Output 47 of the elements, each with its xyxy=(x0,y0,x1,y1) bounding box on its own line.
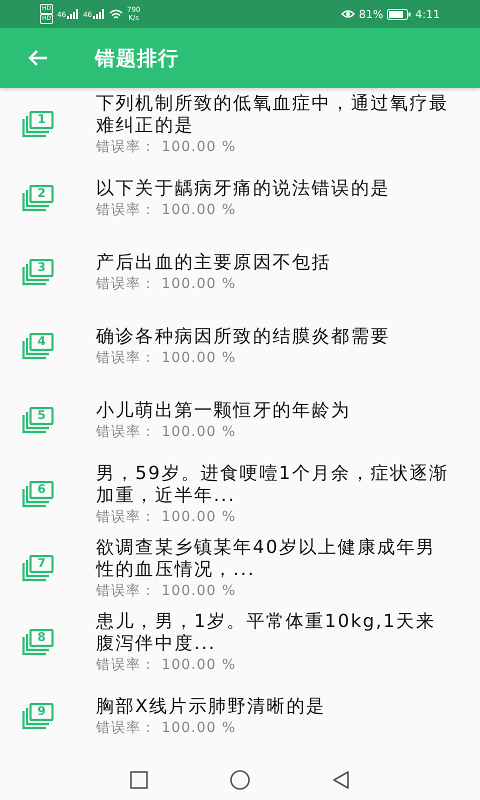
question-text: 确诊各种病因所致的结膜炎都需要 xyxy=(96,326,391,348)
back-triangle-icon[interactable] xyxy=(331,770,351,790)
clock: 4:11 xyxy=(415,8,440,20)
battery-icon xyxy=(387,8,412,20)
question-text: 欲调查某乡镇某年40岁以上健康成年男性的血压情况，... xyxy=(96,537,437,581)
question-item[interactable]: 1 下列机制所致的低氧血症中，通过氧疗最难纠正的是 错误率： 100.00 % xyxy=(0,88,480,162)
page-title: 错题排行 xyxy=(95,44,179,72)
question-item[interactable]: 9 胸部X线片示肺野清晰的是 错误率： 100.00 % xyxy=(0,680,480,754)
rank-number: 6 xyxy=(36,481,47,497)
question-item[interactable]: 3 产后出血的主要原因不包括 错误率： 100.00 % xyxy=(0,236,480,310)
rank-number: 3 xyxy=(36,259,47,275)
rank-number: 4 xyxy=(36,333,47,349)
rank-number: 8 xyxy=(36,629,47,645)
error-rate: 错误率： 100.00 % xyxy=(96,719,238,738)
error-rate: 错误率： 100.00 % xyxy=(96,656,238,675)
error-rate: 错误率： 100.00 % xyxy=(96,201,238,220)
question-item[interactable]: 6 男，59岁。进食哽噎1个月余，症状逐渐加重，近半年... 错误率： 100.00 % xyxy=(0,458,480,532)
question-text: 产后出血的主要原因不包括 xyxy=(96,252,332,274)
signal-icon xyxy=(67,9,80,19)
question-item[interactable]: 8 患儿，男，1岁。平常体重10kg,1天来腹泻伴中度... 错误率： 100.00 % xyxy=(0,606,480,680)
rank-number: 7 xyxy=(36,555,47,571)
eye-icon xyxy=(340,9,355,19)
question-item[interactable]: 2 以下关于龋病牙痛的说法错误的是 错误率： 100.00 % xyxy=(0,162,480,236)
question-text: 以下关于龋病牙痛的说法错误的是 xyxy=(96,178,391,200)
question-text: 下列机制所致的低氧血症中，通过氧疗最难纠正的是 xyxy=(96,93,450,137)
error-rate: 错误率： 100.00 % xyxy=(96,349,238,368)
rank-number: 9 xyxy=(36,703,47,719)
question-text: 小儿萌出第一颗恒牙的年龄为 xyxy=(96,400,352,422)
rank-number: 1 xyxy=(36,111,47,127)
question-text: 胸部X线片示肺野清晰的是 xyxy=(96,696,327,718)
error-rate: 错误率： 100.00 % xyxy=(96,423,238,442)
error-rate: 错误率： 100.00 % xyxy=(96,582,238,601)
rank-number: 5 xyxy=(36,407,47,423)
wifi-icon xyxy=(108,8,123,20)
battery-percent: 81% xyxy=(358,8,384,20)
square-icon[interactable] xyxy=(129,770,149,790)
question-item[interactable]: 5 小儿萌出第一颗恒牙的年龄为 错误率： 100.00 % xyxy=(0,384,480,458)
question-item[interactable]: 4 确诊各种病因所致的结膜炎都需要 错误率： 100.00 % xyxy=(0,310,480,384)
signal-icon xyxy=(92,9,105,19)
error-rate: 错误率： 100.00 % xyxy=(96,138,238,157)
question-text: 男，59岁。进食哽噎1个月余，症状逐渐加重，近半年... xyxy=(96,463,450,507)
rank-number: 2 xyxy=(36,185,47,201)
question-text: 患儿，男，1岁。平常体重10kg,1天来腹泻伴中度... xyxy=(96,611,436,655)
error-rate: 错误率： 100.00 % xyxy=(96,508,238,527)
question-item[interactable]: 7 欲调查某乡镇某年40岁以上健康成年男性的血压情况，... 错误率： 100.00 % xyxy=(0,532,480,606)
home-icon[interactable] xyxy=(229,769,251,791)
error-rate: 错误率： 100.00 % xyxy=(96,275,238,294)
